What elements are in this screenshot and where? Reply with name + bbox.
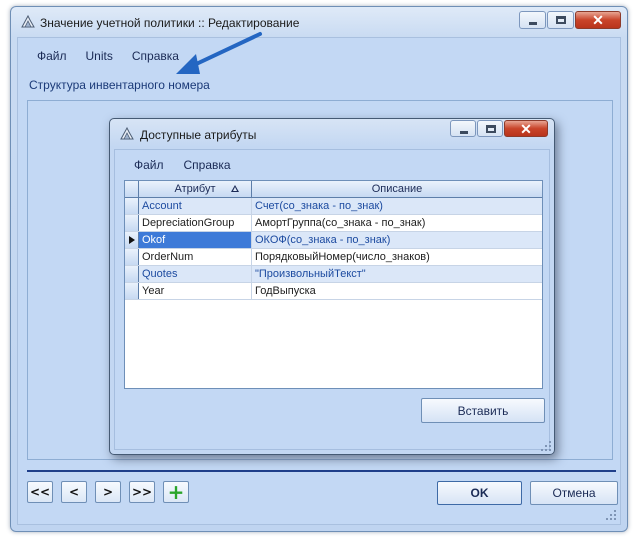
minimize-icon <box>460 131 468 134</box>
dialog-resize-grip-icon[interactable] <box>540 440 552 452</box>
next-record-button[interactable]: > <box>95 481 121 503</box>
maximize-icon <box>556 16 566 24</box>
current-row-pointer-icon <box>129 236 135 244</box>
footer-separator <box>27 470 616 472</box>
column-header-attribute-label: Атрибут <box>174 183 216 195</box>
main-window-controls: ✕ <box>519 11 621 29</box>
maximize-button[interactable] <box>547 11 574 29</box>
attributes-dialog: Доступные атрибуты ✕ Файл Справка Атрибу… <box>109 118 555 455</box>
dialog-window-controls: ✕ <box>450 120 548 137</box>
cell-attribute: DepreciationGroup <box>139 215 252 231</box>
cell-attribute: Account <box>139 198 252 214</box>
dialog-title: Доступные атрибуты <box>140 128 257 142</box>
maximize-icon <box>486 125 496 133</box>
cell-attribute: Quotes <box>139 266 252 282</box>
sort-ascending-icon <box>231 185 239 192</box>
main-menubar: Файл Units Справка <box>27 47 188 65</box>
dialog-menu-file[interactable]: Файл <box>124 156 174 174</box>
add-record-button[interactable]: + <box>163 481 189 503</box>
dialog-minimize-button[interactable] <box>450 120 476 137</box>
insert-button[interactable]: Вставить <box>421 398 545 423</box>
table-row[interactable]: DepreciationGroup АмортГруппа(со_знака -… <box>125 215 542 232</box>
row-selector[interactable] <box>125 215 139 231</box>
minimize-button[interactable] <box>519 11 546 29</box>
first-record-button[interactable]: << <box>27 481 53 503</box>
column-header-attribute[interactable]: Атрибут <box>139 181 252 197</box>
menu-units[interactable]: Units <box>76 47 122 65</box>
cell-description: ГодВыпуска <box>255 285 316 297</box>
cell-description: ОКОФ(со_знака - по_знак) <box>252 232 541 248</box>
close-button[interactable]: ✕ <box>575 11 621 29</box>
table-row[interactable]: OrderNum ПорядковыйНомер(число_знаков) <box>125 249 542 266</box>
record-navigator: << < > >> + <box>27 481 189 503</box>
cancel-button[interactable]: Отмена <box>530 481 618 505</box>
prev-record-button[interactable]: < <box>61 481 87 503</box>
dialog-menu-help[interactable]: Справка <box>174 156 241 174</box>
row-selector[interactable] <box>125 283 139 299</box>
attributes-grid[interactable]: Атрибут Описание Account Счет(со_знака -… <box>124 180 543 389</box>
column-header-description[interactable]: Описание <box>252 181 542 197</box>
table-row[interactable]: Year ГодВыпуска <box>125 283 542 300</box>
row-selector[interactable] <box>125 198 139 214</box>
row-selector[interactable] <box>125 232 139 248</box>
cell-description: ПорядковыйНомер(число_знаков) <box>255 251 430 263</box>
cell-description: "ПроизвольныйТекст" <box>255 268 366 280</box>
row-selector[interactable] <box>125 249 139 265</box>
dialog-close-button[interactable]: ✕ <box>504 120 548 137</box>
dialog-app-icon <box>120 126 134 140</box>
select-all-cell[interactable] <box>125 181 139 197</box>
table-row[interactable]: Quotes "ПроизвольныйТекст" <box>125 266 542 283</box>
annotation-arrow-icon <box>176 32 262 74</box>
menu-file[interactable]: Файл <box>27 47 76 65</box>
resize-grip-icon[interactable] <box>605 509 617 521</box>
cell-attribute: OrderNum <box>139 249 252 265</box>
row-selector[interactable] <box>125 266 139 282</box>
table-row[interactable]: Account Счет(со_знака - по_знак) <box>125 198 542 215</box>
cell-attribute: Year <box>139 283 252 299</box>
close-icon: ✕ <box>592 12 604 28</box>
minimize-icon <box>529 22 537 25</box>
ok-button[interactable]: OK <box>437 481 522 505</box>
close-icon: ✕ <box>520 121 532 137</box>
dialog-client-area: Файл Справка Атрибут Описание Account Сч… <box>114 149 550 450</box>
main-title-bar[interactable]: Значение учетной политики :: Редактирова… <box>11 7 627 37</box>
column-header-description-label: Описание <box>371 183 423 195</box>
dialog-menubar: Файл Справка <box>124 156 241 174</box>
cell-description: Счет(со_знака - по_знак) <box>255 200 383 212</box>
table-row-current[interactable]: Okof ОКОФ(со_знака - по_знак) <box>125 232 542 249</box>
dialog-maximize-button[interactable] <box>477 120 503 137</box>
cell-attribute: Okof <box>139 232 252 248</box>
last-record-button[interactable]: >> <box>129 481 155 503</box>
cell-description: АмортГруппа(со_знака - по_знак) <box>255 217 426 229</box>
app-icon <box>21 14 35 28</box>
grid-header: Атрибут Описание <box>125 181 542 198</box>
